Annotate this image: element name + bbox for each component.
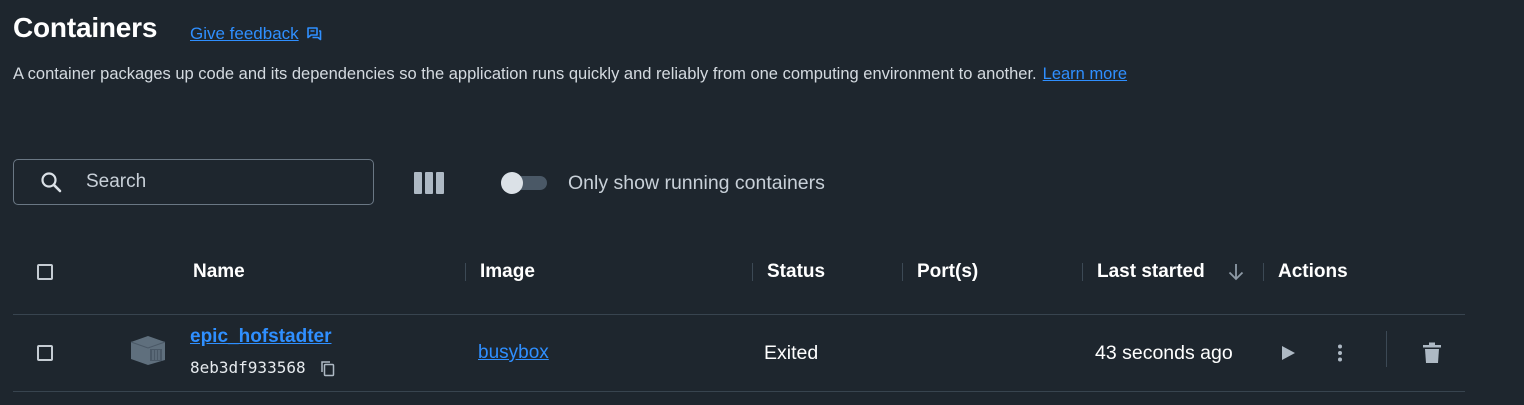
container-icon [130,336,166,365]
description-text: A container packages up code and its dep… [13,65,1037,83]
arrow-down-icon[interactable] [1226,262,1246,282]
more-vertical-icon[interactable] [1332,343,1348,363]
column-divider [902,263,903,281]
header-divider [13,314,1465,315]
search-icon [41,172,62,193]
chat-icon [306,27,321,41]
play-icon[interactable] [1280,344,1296,362]
give-feedback-link[interactable]: Give feedback [190,24,322,44]
column-header-ports[interactable]: Port(s) [917,261,978,283]
trash-icon[interactable] [1423,342,1441,364]
container-id: 8eb3df933568 [190,358,306,377]
column-header-status[interactable]: Status [767,261,825,283]
row-checkbox[interactable] [37,345,53,361]
columns-icon [414,172,422,194]
columns-button[interactable] [414,172,444,194]
column-divider [1082,263,1083,281]
columns-icon-bar [436,172,444,194]
actions-divider [1386,331,1387,367]
running-toggle[interactable] [501,172,547,194]
column-divider [465,263,466,281]
column-header-actions: Actions [1278,261,1348,282]
copy-icon[interactable] [320,360,336,377]
container-name-link[interactable]: epic_hofstadter [190,326,331,348]
search-input[interactable] [84,170,348,194]
image-link[interactable]: busybox [478,342,549,364]
column-header-name[interactable]: Name [193,261,245,283]
select-all-checkbox[interactable] [37,264,53,280]
page-description: A container packages up code and its dep… [13,65,1127,84]
columns-icon-bar [425,172,433,194]
column-divider [752,263,753,281]
give-feedback-label: Give feedback [190,24,299,43]
column-divider [1263,263,1264,281]
learn-more-link[interactable]: Learn more [1043,65,1127,83]
page-title: Containers [13,12,158,43]
toggle-knob [501,172,523,194]
row-divider [13,391,1465,392]
search-box[interactable] [13,159,374,205]
running-toggle-label: Only show running containers [568,172,825,194]
status-text: Exited [764,342,819,364]
last-started-text: 43 seconds ago [1095,342,1233,364]
column-header-last-started[interactable]: Last started [1097,261,1205,283]
column-header-image[interactable]: Image [480,261,535,283]
